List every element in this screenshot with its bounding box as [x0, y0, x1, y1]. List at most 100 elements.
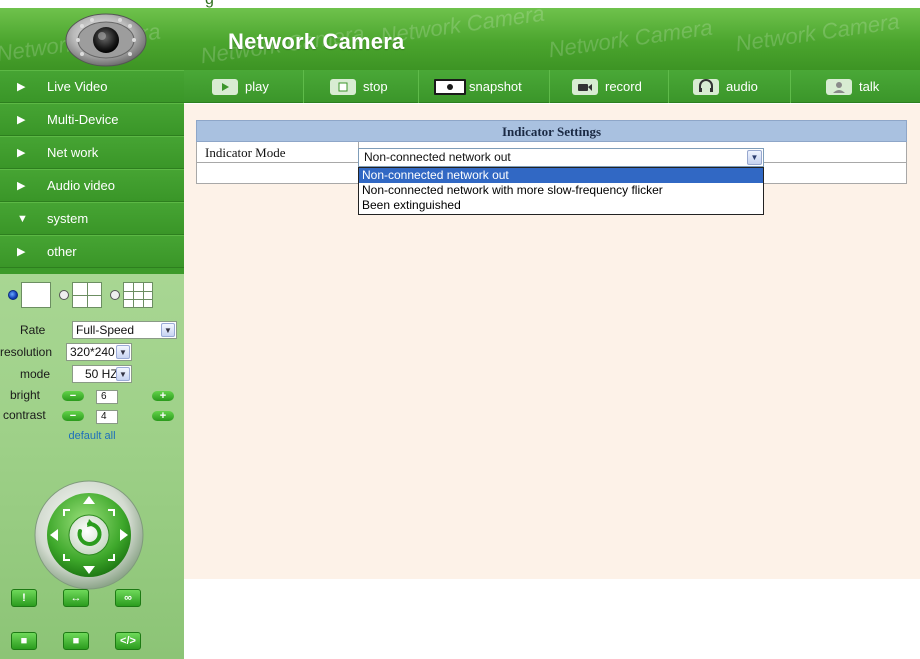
talk-label: talk — [859, 79, 880, 94]
resolution-label: resolution — [0, 345, 53, 359]
nav-item-audio-video[interactable]: ▶ Audio video — [0, 169, 184, 202]
io-on-button[interactable]: ■ — [63, 632, 89, 650]
bright-plus-button[interactable]: + — [152, 391, 174, 402]
nav-item-system[interactable]: ▼ system — [0, 202, 184, 235]
stop-button[interactable]: stop — [330, 70, 388, 103]
contrast-plus-button[interactable]: + — [152, 411, 174, 422]
nav-arrow-icon: ▶ — [17, 147, 26, 159]
layout-4-grid-icon[interactable] — [72, 282, 102, 308]
contrast-minus-button[interactable]: − — [62, 411, 84, 422]
header-watermark: Network Camera — [733, 8, 901, 57]
layout-9-radio[interactable] — [110, 290, 120, 300]
ptz-control-icon[interactable] — [33, 479, 145, 591]
layout-1-radio[interactable] — [8, 290, 18, 300]
settings-title: Indicator Settings — [196, 120, 907, 142]
indicator-mode-label: Indicator Mode — [205, 145, 286, 160]
layout-9-grid-icon[interactable] — [123, 282, 153, 308]
bright-value[interactable]: 6 — [96, 390, 118, 404]
record-label: record — [605, 79, 642, 94]
nav-item-network[interactable]: ▶ Net work — [0, 136, 184, 169]
nav-item-other[interactable]: ▶ other — [0, 235, 184, 268]
dropdown-option[interactable]: Non-connected network with more slow-fre… — [359, 183, 763, 198]
chevron-down-icon: ▼ — [116, 367, 130, 381]
record-icon — [572, 78, 598, 95]
indicator-mode-dropdown-list: Non-connected network out Non-connected … — [358, 167, 764, 215]
nav-arrow-icon: ▶ — [17, 180, 26, 192]
stop-label: stop — [363, 79, 388, 94]
nav-arrow-icon: ▶ — [17, 81, 26, 93]
audio-button[interactable]: audio — [693, 70, 758, 103]
dropdown-option[interactable]: Been extinguished — [359, 198, 763, 213]
dropdown-option[interactable]: Non-connected network out — [359, 168, 763, 183]
snapshot-label: snapshot — [469, 79, 522, 94]
nav-item-label: Multi-Device — [47, 112, 119, 127]
header-watermark: Network Camera — [546, 14, 714, 63]
main-content: Indicator Settings Indicator Mode Non-co… — [184, 104, 920, 579]
vertical-patrol-button[interactable]: ! — [11, 589, 37, 607]
resolution-value: 320*240 — [70, 345, 115, 359]
resolution-select[interactable]: 320*240 ▼ — [66, 343, 132, 361]
rate-label: Rate — [20, 323, 46, 337]
patrol-loop-button[interactable]: ∞ — [115, 589, 141, 607]
mode-value: 50 HZ — [85, 367, 118, 381]
camera-logo-icon — [65, 13, 147, 67]
nav-item-label: other — [47, 244, 77, 259]
toolbar-divider — [303, 70, 304, 103]
record-button[interactable]: record — [572, 70, 642, 103]
indicator-mode-value: Non-connected network out — [364, 150, 511, 164]
mode-label: mode — [20, 367, 51, 381]
top-strip: g — [0, 0, 920, 8]
default-all-link[interactable]: default all — [0, 430, 184, 442]
header-banner: Network Camera Network Camera Network Ca… — [0, 8, 920, 70]
nav-item-label: Audio video — [47, 178, 115, 193]
mode-select[interactable]: 50 HZ ▼ — [72, 365, 132, 383]
toolbar-divider — [790, 70, 791, 103]
code-icon: </> — [120, 635, 136, 647]
bright-minus-button[interactable]: − — [62, 391, 84, 402]
stop-icon — [330, 78, 356, 95]
code-button[interactable]: </> — [115, 632, 141, 650]
left-navigation: ▶ Live Video ▶ Multi-Device ▶ Net work ▶… — [0, 70, 184, 274]
play-label: play — [245, 79, 269, 94]
nav-arrow-down-icon: ▼ — [17, 212, 28, 225]
view-layout-selector — [8, 280, 153, 310]
infinity-icon: ∞ — [124, 592, 132, 604]
nav-item-label: Net work — [47, 145, 99, 160]
square-icon: ■ — [72, 635, 80, 647]
square-icon: ■ — [20, 635, 28, 647]
indicator-mode-select[interactable]: Non-connected network out ▼ — [358, 148, 764, 167]
audio-label: audio — [726, 79, 758, 94]
horizontal-patrol-button[interactable]: ↔ — [63, 589, 89, 607]
chevron-down-icon: ▼ — [161, 323, 175, 337]
toolbar-divider — [668, 70, 669, 103]
app-title: Network Camera — [228, 29, 405, 54]
talk-button[interactable]: talk — [826, 70, 879, 103]
snapshot-icon — [434, 78, 466, 95]
nav-arrow-icon: ▶ — [17, 246, 26, 258]
rate-value: Full-Speed — [76, 323, 135, 337]
nav-item-label: system — [47, 211, 89, 226]
chevron-down-icon: ▼ — [747, 150, 762, 165]
nav-item-live-video[interactable]: ▶ Live Video — [0, 70, 184, 103]
play-icon — [212, 78, 238, 95]
rate-select[interactable]: Full-Speed ▼ — [72, 321, 177, 339]
toolbar: play stop snapshot record audio talk — [184, 70, 920, 103]
toolbar-divider — [418, 70, 419, 103]
contrast-value[interactable]: 4 — [96, 410, 118, 424]
layout-4-radio[interactable] — [59, 290, 69, 300]
nav-item-label: Live Video — [47, 79, 108, 94]
content-blank-area — [184, 579, 920, 659]
contrast-label: contrast — [3, 408, 46, 422]
toolbar-divider — [549, 70, 550, 103]
layout-1-grid-icon[interactable] — [21, 282, 51, 308]
talk-icon — [826, 78, 852, 95]
play-button[interactable]: play — [212, 70, 269, 103]
snapshot-button[interactable]: snapshot — [434, 70, 522, 103]
bright-label: bright — [10, 388, 41, 402]
audio-icon — [693, 78, 719, 95]
nav-arrow-icon: ▶ — [17, 114, 26, 126]
vertical-patrol-icon: ! — [22, 592, 26, 604]
io-off-button[interactable]: ■ — [11, 632, 37, 650]
chevron-down-icon: ▼ — [116, 345, 130, 359]
nav-item-multi-device[interactable]: ▶ Multi-Device — [0, 103, 184, 136]
